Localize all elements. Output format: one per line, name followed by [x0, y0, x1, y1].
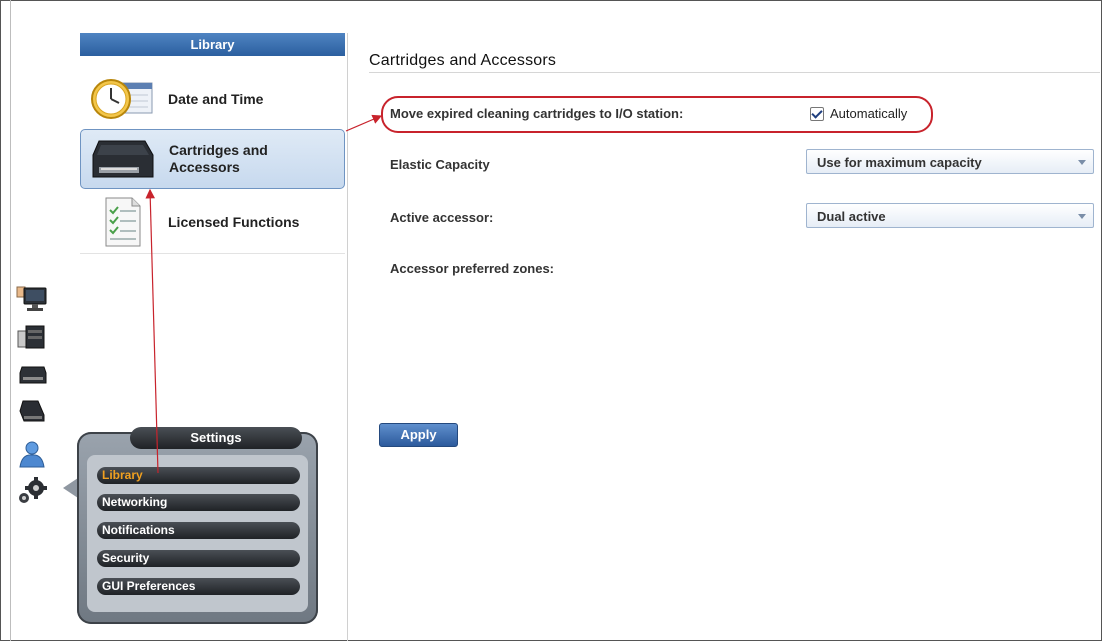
- tape-drive-icon: [87, 133, 157, 185]
- settings-item-library[interactable]: Library: [97, 467, 300, 484]
- monitor-icon[interactable]: [14, 285, 50, 313]
- page-title: Cartridges and Accessors: [369, 52, 557, 69]
- settings-item-notifications[interactable]: Notifications: [97, 522, 300, 539]
- settings-item-security[interactable]: Security: [97, 550, 300, 567]
- gear-icon[interactable]: [14, 476, 50, 504]
- settings-pointer: [63, 478, 78, 498]
- left-rail-divider: [10, 0, 11, 641]
- settings-item-gui-preferences[interactable]: GUI Preferences: [97, 578, 300, 595]
- active-accessor-label: Active accessor:: [390, 210, 494, 225]
- elastic-capacity-label: Elastic Capacity: [390, 157, 490, 172]
- active-accessor-value: Dual active: [817, 209, 886, 224]
- settings-item-networking[interactable]: Networking: [97, 494, 300, 511]
- title-divider: [369, 72, 1100, 73]
- clock-icon: [86, 73, 156, 125]
- chevron-down-icon: [1078, 160, 1086, 165]
- document-icon: [86, 196, 156, 248]
- elastic-capacity-value: Use for maximum capacity: [817, 155, 982, 170]
- library-item-cartridges-accessors[interactable]: Cartridges and Accessors: [80, 129, 345, 189]
- library-item-label: Cartridges and Accessors: [169, 142, 268, 175]
- annotation-highlight-oval: [381, 96, 933, 133]
- library-list-divider: [80, 253, 345, 254]
- library-frame-icon[interactable]: [14, 323, 50, 351]
- elastic-capacity-select[interactable]: Use for maximum capacity: [806, 149, 1094, 174]
- chevron-down-icon: [1078, 214, 1086, 219]
- library-item-label: Date and Time: [168, 90, 264, 107]
- settings-title: Settings: [130, 427, 302, 449]
- library-item-licensed-functions[interactable]: Licensed Functions: [80, 193, 345, 251]
- library-item-date-time[interactable]: Date and Time: [80, 70, 345, 128]
- library-item-label: Licensed Functions: [168, 213, 300, 230]
- panel-divider: [347, 33, 348, 641]
- library-panel-header: Library: [80, 33, 345, 56]
- user-icon[interactable]: [14, 440, 50, 468]
- tape-drive-icon[interactable]: [14, 361, 50, 389]
- preferred-zones-label: Accessor preferred zones:: [390, 261, 555, 276]
- active-accessor-select[interactable]: Dual active: [806, 203, 1094, 228]
- cartridge-icon[interactable]: [14, 397, 50, 425]
- apply-button[interactable]: Apply: [379, 423, 458, 447]
